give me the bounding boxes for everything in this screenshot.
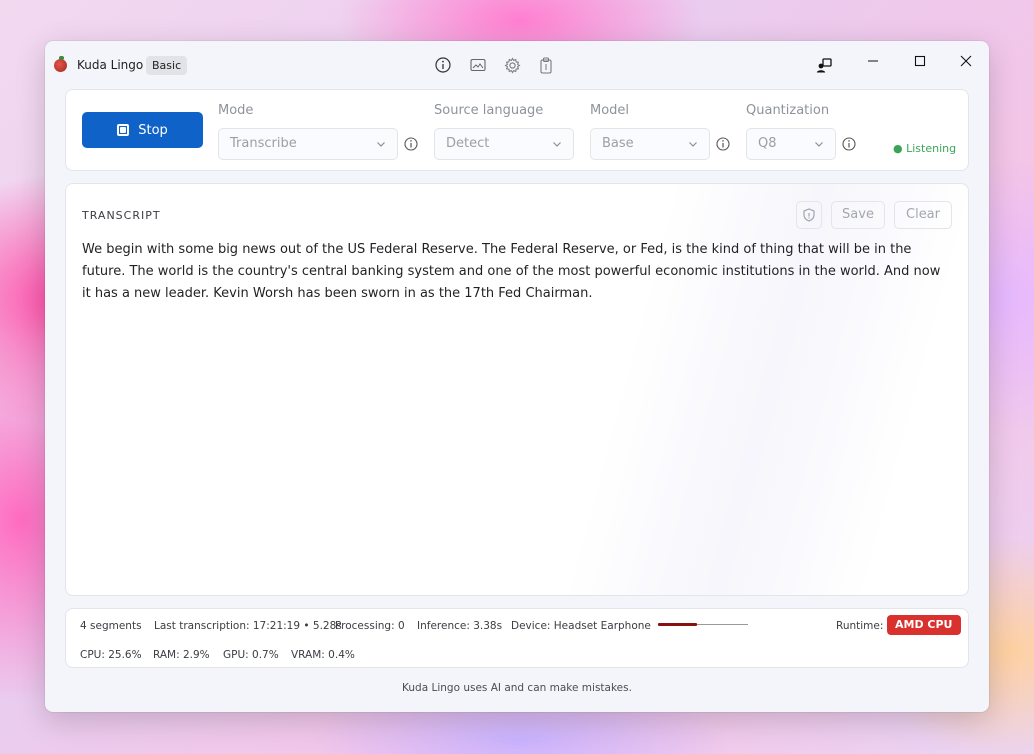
chevron-down-icon [377,142,385,147]
maximize-icon[interactable] [905,47,935,75]
clipboard-icon[interactable] [537,56,555,74]
controls-panel: Stop Mode Transcribe Source language Det… [65,89,969,171]
ram-usage: RAM: 2.9% [153,649,210,661]
save-button[interactable]: Save [831,201,885,229]
privacy-shield-button[interactable] [796,201,822,229]
app-logo-icon [54,56,67,72]
gpu-usage: GPU: 0.7% [223,649,279,661]
stop-button[interactable]: Stop [82,112,203,148]
transcript-title: TRANSCRIPT [82,209,161,222]
quantization-label: Quantization [746,103,830,118]
mode-select[interactable]: Transcribe [218,128,398,160]
vram-usage: VRAM: 0.4% [291,649,355,661]
status-bar: 4 segments Last transcription: 17:21:19 … [65,608,969,668]
image-icon[interactable] [469,56,487,74]
model-info-icon[interactable] [716,137,730,151]
input-level-meter [658,623,748,626]
title-bar: Kuda Lingo Basic [45,41,989,89]
info-icon[interactable] [434,56,452,74]
last-transcription: Last transcription: 17:21:19 • 5.28s [154,620,342,632]
app-title: Kuda Lingo [77,58,144,72]
quantization-value: Q8 [758,136,777,151]
mode-value: Transcribe [230,136,297,151]
source-language-select[interactable]: Detect [434,128,574,160]
runtime-badge: AMD CPU [887,615,961,635]
chevron-down-icon [689,142,697,147]
clear-button[interactable]: Clear [894,201,952,229]
plan-badge: Basic [146,56,188,75]
cpu-usage: CPU: 25.6% [80,649,142,661]
device-name: Device: Headset Earphone [511,620,651,632]
close-icon[interactable] [951,47,981,75]
user-switch-icon[interactable] [815,56,833,74]
transcript-text: We begin with some big news out of the U… [82,242,941,301]
segments-count: 4 segments [80,620,142,632]
runtime-label: Runtime: [836,620,884,632]
ai-disclaimer: Kuda Lingo uses AI and can make mistakes… [402,682,632,694]
mode-info-icon[interactable] [404,137,418,151]
shield-icon [803,208,815,222]
stop-button-label: Stop [138,122,168,138]
chevron-down-icon [815,142,823,147]
model-select[interactable]: Base [590,128,710,160]
mode-label: Mode [218,103,254,118]
listening-status: ● Listening [893,142,957,155]
transcript-panel: TRANSCRIPT Save Clear We begin with some… [65,183,969,596]
model-value: Base [602,136,634,151]
chevron-down-icon [553,142,561,147]
gear-icon[interactable] [503,56,521,74]
model-label: Model [590,103,630,118]
quantization-info-icon[interactable] [842,137,856,151]
source-language-value: Detect [446,136,490,151]
stop-icon [117,124,130,136]
quantization-select[interactable]: Q8 [746,128,836,160]
minimize-icon[interactable] [858,47,888,75]
processing-count: Processing: 0 [335,620,405,632]
source-language-label: Source language [434,103,544,118]
app-window: Kuda Lingo Basic Stop Mode Transcribe So… [45,41,989,712]
input-level-fill [658,623,697,626]
inference-time: Inference: 3.38s [417,620,503,632]
